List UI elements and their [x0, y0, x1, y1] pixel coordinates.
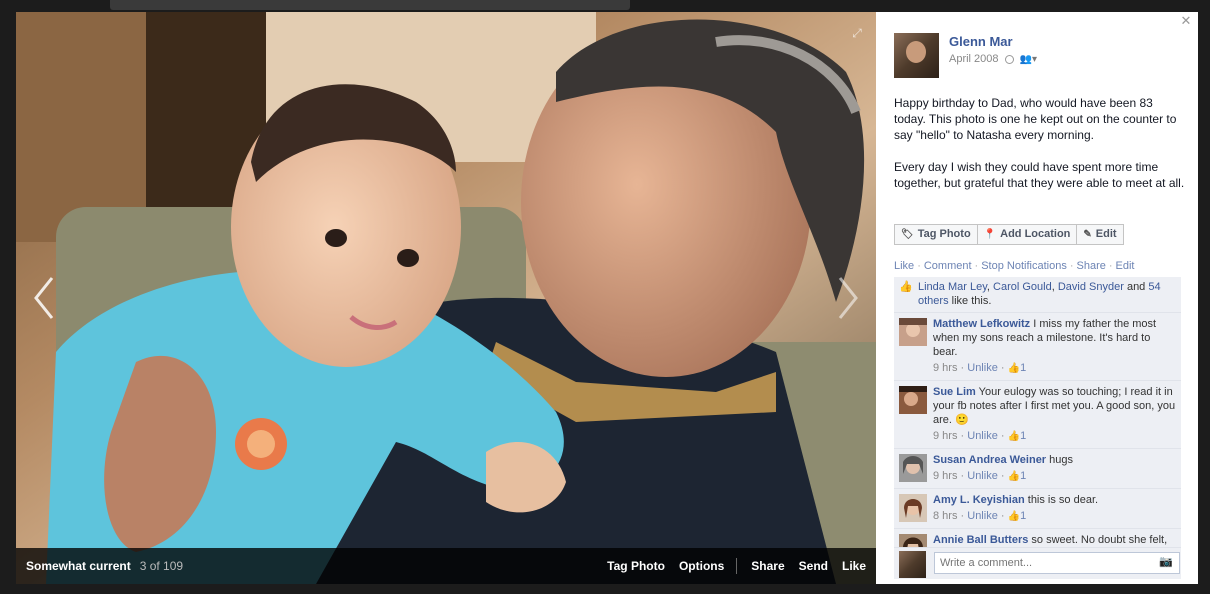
post-date[interactable]: April 2008	[949, 53, 999, 65]
expand-icon[interactable]: ⤢	[850, 26, 864, 40]
photo[interactable]	[16, 12, 876, 584]
comment-author[interactable]: Annie Ball Butters	[933, 534, 1028, 546]
location-pin-icon: 📍	[983, 229, 997, 240]
comment-link[interactable]: Comment	[924, 260, 972, 272]
comment-meta: 9 hrs · Unlike · 👍1	[933, 362, 1027, 374]
photo-count: 3 of 109	[139, 559, 184, 573]
liker-name[interactable]: Linda Mar Ley	[918, 281, 987, 293]
liker-name[interactable]: David Snyder	[1058, 281, 1124, 293]
comment-text: this is so dear.	[1024, 494, 1099, 506]
avatar[interactable]	[899, 454, 927, 482]
list-item: Amy L. Keyishian this is so dear. 8 hrs …	[894, 488, 1181, 528]
post-text: Happy birthday to Dad, who would have be…	[894, 96, 1185, 190]
options-action[interactable]: Options	[679, 559, 724, 573]
unlike-link[interactable]: Unlike	[967, 362, 998, 374]
comment-meta: 9 hrs · Unlike · 👍1	[933, 470, 1027, 482]
photo-edit-actions: 🏷 Tag Photo 📍 Add Location ✎ Edit	[894, 224, 1124, 245]
comment-like-count[interactable]: 1	[1020, 362, 1026, 374]
list-item: Matthew Lefkowitz I miss my father the m…	[894, 312, 1181, 380]
comment-author[interactable]: Amy L. Keyishian	[933, 494, 1025, 506]
avatar[interactable]	[894, 33, 939, 78]
unlike-link[interactable]: Unlike	[967, 470, 998, 482]
author-meta: Glenn Mar April 2008 👥▾	[949, 33, 1037, 78]
avatar[interactable]	[899, 386, 927, 414]
ufi-links: Like · Comment · Stop Notifications · Share · Ed…	[894, 260, 1135, 272]
comment-like-count[interactable]: 1	[1020, 510, 1026, 522]
share-action[interactable]: Share	[751, 559, 784, 573]
comment-input[interactable]	[934, 552, 1180, 574]
tag-icon: 🏷	[901, 229, 914, 240]
comment-text: hugs	[1046, 454, 1074, 466]
add-location-label: Add Location	[1000, 228, 1071, 240]
privacy-icon	[1004, 54, 1014, 64]
tag-photo-button[interactable]: 🏷 Tag Photo	[894, 224, 978, 245]
comment-author[interactable]: Susan Andrea Weiner	[933, 454, 1046, 466]
post-author: Glenn Mar April 2008 👥▾	[894, 33, 1037, 78]
likes-suffix: like this.	[948, 295, 992, 307]
write-comment-row: 📷	[894, 547, 1181, 579]
thumbs-up-icon: 👍	[899, 281, 913, 293]
comment-time[interactable]: 9 hrs	[933, 470, 957, 482]
close-icon[interactable]: ✕	[1180, 14, 1192, 27]
photo-sidebar: ✕ Glenn Mar April 2008 👥▾ Happy birthday…	[876, 12, 1198, 584]
share-link[interactable]: Share	[1077, 260, 1106, 272]
comment-meta: 9 hrs · Unlike · 👍1	[933, 430, 1027, 442]
stop-notifications-link[interactable]: Stop Notifications	[981, 260, 1067, 272]
photo-stage: ⤢ Somewhat current 3 of 109 Tag Photo Op…	[16, 12, 876, 584]
list-item: Susan Andrea Weiner hugs 9 hrs · Unlike …	[894, 448, 1181, 488]
like-action[interactable]: Like	[842, 559, 866, 573]
chevron-right-icon[interactable]	[832, 274, 862, 322]
thumbs-up-icon: 👍	[1007, 431, 1021, 442]
photo-actions: Tag Photo Options Share Send Like	[593, 558, 866, 574]
list-item: Sue Lim Your eulogy was so touching; I r…	[894, 380, 1181, 448]
edit-link[interactable]: Edit	[1116, 260, 1135, 272]
divider	[736, 558, 738, 574]
send-action[interactable]: Send	[799, 559, 828, 573]
unlike-link[interactable]: Unlike	[967, 430, 998, 442]
edit-label: Edit	[1095, 228, 1117, 240]
thumbs-up-icon: 👍	[1007, 511, 1021, 522]
avatar	[899, 551, 926, 578]
edit-button[interactable]: ✎ Edit	[1077, 224, 1124, 245]
unlike-link[interactable]: Unlike	[967, 510, 998, 522]
thumbs-up-icon: 👍	[1007, 471, 1021, 482]
likes-summary: 👍 Linda Mar Ley, Carol Gould, David Snyd…	[894, 277, 1181, 313]
tag-photo-label: Tag Photo	[917, 228, 971, 240]
chevron-left-icon[interactable]	[30, 274, 60, 322]
comment-meta: 8 hrs · Unlike · 👍1	[933, 510, 1027, 522]
avatar[interactable]	[899, 318, 927, 346]
album-name[interactable]: Somewhat current	[26, 559, 131, 573]
avatar[interactable]	[899, 494, 927, 522]
comment-like-count[interactable]: 1	[1020, 430, 1026, 442]
like-link[interactable]: Like	[894, 260, 914, 272]
tag-photo-action[interactable]: Tag Photo	[607, 559, 665, 573]
photo-caption-bar: Somewhat current 3 of 109 Tag Photo Opti…	[16, 548, 876, 584]
comment-time[interactable]: 9 hrs	[933, 430, 957, 442]
add-location-button[interactable]: 📍 Add Location	[977, 224, 1078, 245]
audience-icon[interactable]: 👥▾	[1020, 54, 1037, 65]
post-date-row: April 2008 👥▾	[949, 53, 1037, 65]
thumbs-up-icon: 👍	[1007, 363, 1021, 374]
comment-time[interactable]: 9 hrs	[933, 362, 957, 374]
pencil-icon: ✎	[1083, 229, 1092, 240]
comment-list: Matthew Lefkowitz I miss my father the m…	[894, 312, 1181, 579]
author-name[interactable]: Glenn Mar	[949, 34, 1037, 49]
liker-name[interactable]: Carol Gould	[993, 281, 1052, 293]
background-search-bar	[110, 0, 630, 10]
comment-author[interactable]: Sue Lim	[933, 386, 976, 398]
comment-like-count[interactable]: 1	[1020, 470, 1026, 482]
comment-author[interactable]: Matthew Lefkowitz	[933, 318, 1030, 330]
comment-time[interactable]: 8 hrs	[933, 510, 957, 522]
camera-icon[interactable]: 📷	[1159, 557, 1173, 568]
